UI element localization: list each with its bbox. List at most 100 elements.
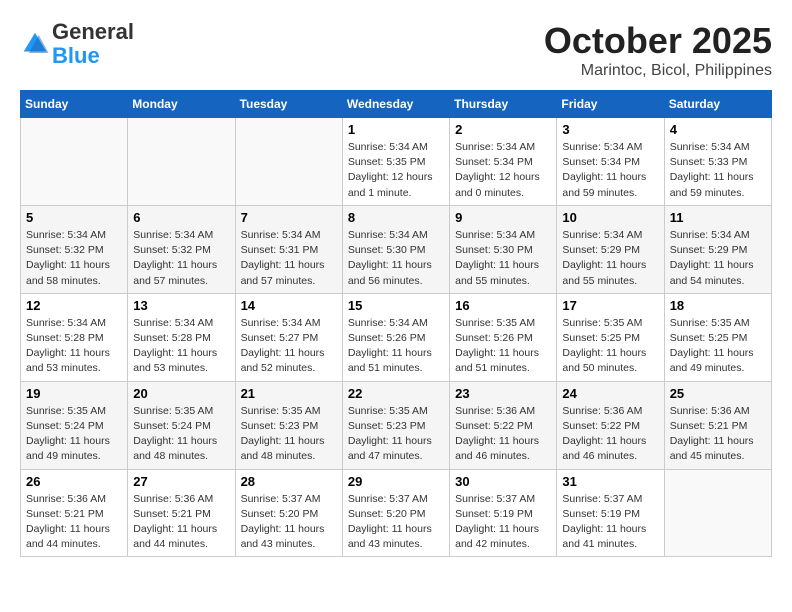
calendar-cell: 1Sunrise: 5:34 AM Sunset: 5:35 PM Daylig…: [342, 118, 449, 206]
calendar-cell: 7 Sunrise: 5:34 AM Sunset: 5:31 PM Daylig…: [235, 205, 342, 293]
day-info: Sunrise: 5:35 AM Sunset: 5:25 PM Dayligh…: [670, 316, 766, 377]
weekday-header-saturday: Saturday: [664, 91, 771, 118]
calendar-table: SundayMondayTuesdayWednesdayThursdayFrid…: [20, 90, 772, 557]
day-info: Sunrise: 5:37 AM Sunset: 5:20 PM Dayligh…: [348, 492, 444, 553]
calendar-cell: 27 Sunrise: 5:36 AM Sunset: 5:21 PM Dayli…: [128, 469, 235, 557]
day-number: 23: [455, 386, 551, 401]
day-info: Sunrise: 5:35 AM Sunset: 5:23 PM Dayligh…: [241, 404, 337, 465]
calendar-cell: 30Sunrise: 5:37 AM Sunset: 5:19 PM Dayli…: [450, 469, 557, 557]
calendar-cell: 21 Sunrise: 5:35 AM Sunset: 5:23 PM Dayli…: [235, 381, 342, 469]
weekday-header-tuesday: Tuesday: [235, 91, 342, 118]
page-header: General Blue October 2025 Marintoc, Bico…: [20, 20, 772, 80]
weekday-header-wednesday: Wednesday: [342, 91, 449, 118]
calendar-cell: 23 Sunrise: 5:36 AM Sunset: 5:22 PM Dayli…: [450, 381, 557, 469]
day-info: Sunrise: 5:34 AM Sunset: 5:32 PM Dayligh…: [133, 228, 229, 289]
calendar-header-row: SundayMondayTuesdayWednesdayThursdayFrid…: [21, 91, 772, 118]
calendar-cell: 16 Sunrise: 5:35 AM Sunset: 5:26 PM Dayli…: [450, 293, 557, 381]
day-info: Sunrise: 5:34 AM Sunset: 5:30 PM Dayligh…: [455, 228, 551, 289]
day-info: Sunrise: 5:35 AM Sunset: 5:24 PM Dayligh…: [133, 404, 229, 465]
day-number: 13: [133, 298, 229, 313]
calendar-week-4: 19Sunrise: 5:35 AM Sunset: 5:24 PM Dayli…: [21, 381, 772, 469]
day-info: Sunrise: 5:34 AM Sunset: 5:28 PM Dayligh…: [133, 316, 229, 377]
day-number: 31: [562, 474, 658, 489]
weekday-header-monday: Monday: [128, 91, 235, 118]
calendar-cell: 6 Sunrise: 5:34 AM Sunset: 5:32 PM Daylig…: [128, 205, 235, 293]
title-block: October 2025 Marintoc, Bicol, Philippine…: [544, 20, 772, 80]
day-number: 18: [670, 298, 766, 313]
calendar-cell: 24 Sunrise: 5:36 AM Sunset: 5:22 PM Dayli…: [557, 381, 664, 469]
day-number: 12: [26, 298, 122, 313]
day-number: 25: [670, 386, 766, 401]
calendar-cell: 28 Sunrise: 5:37 AM Sunset: 5:20 PM Dayli…: [235, 469, 342, 557]
calendar-cell: [664, 469, 771, 557]
calendar-cell: 10Sunrise: 5:34 AM Sunset: 5:29 PM Dayli…: [557, 205, 664, 293]
day-number: 29: [348, 474, 444, 489]
day-number: 16: [455, 298, 551, 313]
day-info: Sunrise: 5:35 AM Sunset: 5:23 PM Dayligh…: [348, 404, 444, 465]
day-number: 27: [133, 474, 229, 489]
day-info: Sunrise: 5:34 AM Sunset: 5:28 PM Dayligh…: [26, 316, 122, 377]
day-info: Sunrise: 5:36 AM Sunset: 5:21 PM Dayligh…: [670, 404, 766, 465]
calendar-cell: 13 Sunrise: 5:34 AM Sunset: 5:28 PM Dayli…: [128, 293, 235, 381]
weekday-header-thursday: Thursday: [450, 91, 557, 118]
day-number: 5: [26, 210, 122, 225]
calendar-week-5: 26 Sunrise: 5:36 AM Sunset: 5:21 PM Dayli…: [21, 469, 772, 557]
logo-text: General Blue: [52, 20, 134, 68]
day-number: 8: [348, 210, 444, 225]
calendar-cell: 19Sunrise: 5:35 AM Sunset: 5:24 PM Dayli…: [21, 381, 128, 469]
calendar-cell: 12 Sunrise: 5:34 AM Sunset: 5:28 PM Dayli…: [21, 293, 128, 381]
calendar-cell: 14 Sunrise: 5:34 AM Sunset: 5:27 PM Dayli…: [235, 293, 342, 381]
calendar-week-1: 1Sunrise: 5:34 AM Sunset: 5:35 PM Daylig…: [21, 118, 772, 206]
calendar-cell: 2 Sunrise: 5:34 AM Sunset: 5:34 PM Daylig…: [450, 118, 557, 206]
calendar-cell: 18 Sunrise: 5:35 AM Sunset: 5:25 PM Dayli…: [664, 293, 771, 381]
day-number: 17: [562, 298, 658, 313]
day-info: Sunrise: 5:34 AM Sunset: 5:34 PM Dayligh…: [562, 140, 658, 201]
day-info: Sunrise: 5:34 AM Sunset: 5:27 PM Dayligh…: [241, 316, 337, 377]
location-subtitle: Marintoc, Bicol, Philippines: [544, 62, 772, 80]
day-info: Sunrise: 5:36 AM Sunset: 5:21 PM Dayligh…: [26, 492, 122, 553]
calendar-cell: 20 Sunrise: 5:35 AM Sunset: 5:24 PM Dayli…: [128, 381, 235, 469]
calendar-cell: 26 Sunrise: 5:36 AM Sunset: 5:21 PM Dayli…: [21, 469, 128, 557]
day-info: Sunrise: 5:34 AM Sunset: 5:33 PM Dayligh…: [670, 140, 766, 201]
day-number: 26: [26, 474, 122, 489]
day-info: Sunrise: 5:35 AM Sunset: 5:24 PM Dayligh…: [26, 404, 122, 465]
day-number: 6: [133, 210, 229, 225]
calendar-cell: 8 Sunrise: 5:34 AM Sunset: 5:30 PM Daylig…: [342, 205, 449, 293]
day-number: 20: [133, 386, 229, 401]
calendar-cell: [235, 118, 342, 206]
calendar-cell: 29 Sunrise: 5:37 AM Sunset: 5:20 PM Dayli…: [342, 469, 449, 557]
calendar-cell: 17 Sunrise: 5:35 AM Sunset: 5:25 PM Dayli…: [557, 293, 664, 381]
day-number: 7: [241, 210, 337, 225]
day-info: Sunrise: 5:37 AM Sunset: 5:20 PM Dayligh…: [241, 492, 337, 553]
day-info: Sunrise: 5:35 AM Sunset: 5:25 PM Dayligh…: [562, 316, 658, 377]
month-title: October 2025: [544, 20, 772, 62]
day-number: 28: [241, 474, 337, 489]
day-info: Sunrise: 5:36 AM Sunset: 5:21 PM Dayligh…: [133, 492, 229, 553]
day-info: Sunrise: 5:36 AM Sunset: 5:22 PM Dayligh…: [455, 404, 551, 465]
day-number: 9: [455, 210, 551, 225]
day-info: Sunrise: 5:34 AM Sunset: 5:31 PM Dayligh…: [241, 228, 337, 289]
day-info: Sunrise: 5:34 AM Sunset: 5:34 PM Dayligh…: [455, 140, 551, 201]
day-info: Sunrise: 5:34 AM Sunset: 5:29 PM Dayligh…: [670, 228, 766, 289]
calendar-cell: 15Sunrise: 5:34 AM Sunset: 5:26 PM Dayli…: [342, 293, 449, 381]
day-info: Sunrise: 5:34 AM Sunset: 5:26 PM Dayligh…: [348, 316, 444, 377]
day-info: Sunrise: 5:34 AM Sunset: 5:30 PM Dayligh…: [348, 228, 444, 289]
day-number: 21: [241, 386, 337, 401]
calendar-cell: 22 Sunrise: 5:35 AM Sunset: 5:23 PM Dayli…: [342, 381, 449, 469]
day-number: 10: [562, 210, 658, 225]
logo-general: General: [52, 19, 134, 44]
day-number: 24: [562, 386, 658, 401]
day-number: 22: [348, 386, 444, 401]
logo: General Blue: [20, 20, 134, 68]
logo-blue: Blue: [52, 43, 100, 68]
calendar-cell: 3Sunrise: 5:34 AM Sunset: 5:34 PM Daylig…: [557, 118, 664, 206]
day-info: Sunrise: 5:35 AM Sunset: 5:26 PM Dayligh…: [455, 316, 551, 377]
day-number: 2: [455, 122, 551, 137]
calendar-cell: 11Sunrise: 5:34 AM Sunset: 5:29 PM Dayli…: [664, 205, 771, 293]
day-number: 4: [670, 122, 766, 137]
day-info: Sunrise: 5:36 AM Sunset: 5:22 PM Dayligh…: [562, 404, 658, 465]
day-number: 14: [241, 298, 337, 313]
calendar-cell: [128, 118, 235, 206]
day-info: Sunrise: 5:37 AM Sunset: 5:19 PM Dayligh…: [455, 492, 551, 553]
calendar-week-3: 12 Sunrise: 5:34 AM Sunset: 5:28 PM Dayli…: [21, 293, 772, 381]
